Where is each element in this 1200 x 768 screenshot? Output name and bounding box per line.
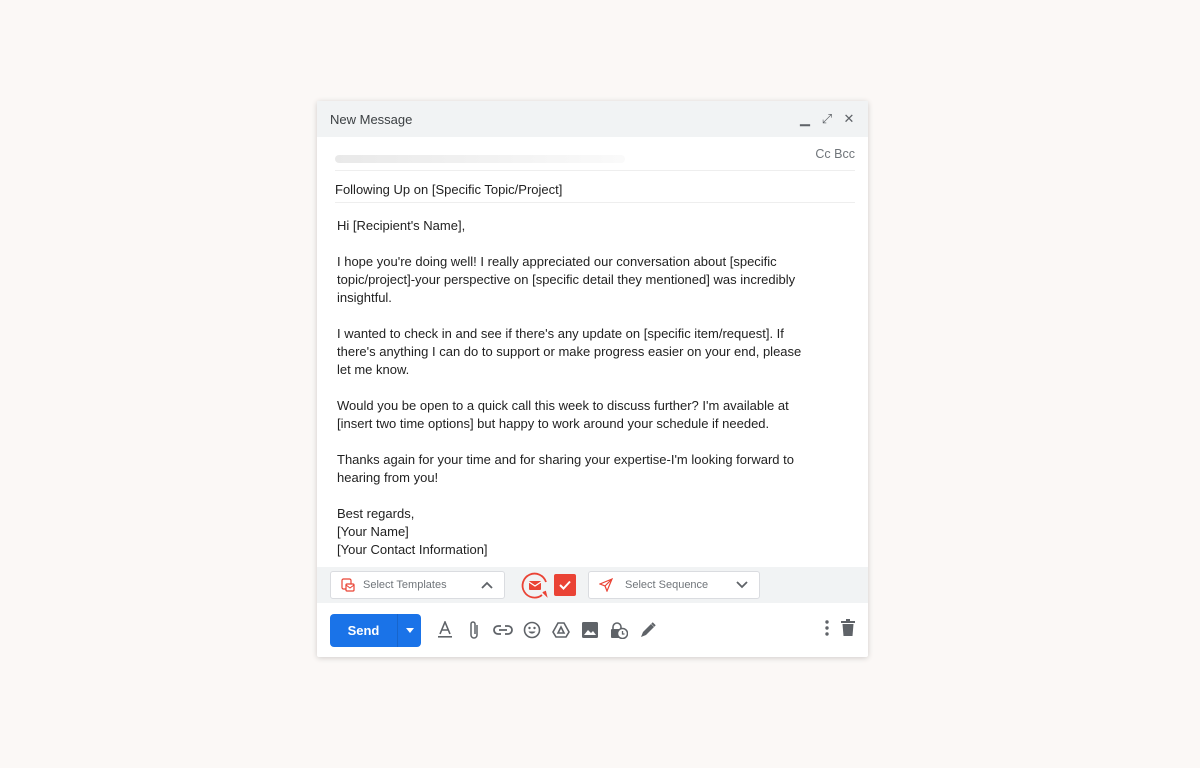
- compose-window: New Message ▁ ⤢ ✕ Cc Bcc Following Up on…: [317, 101, 868, 657]
- send-button-group: Send: [330, 613, 421, 647]
- body-line: Hi [Recipient's Name],: [337, 218, 466, 233]
- chevron-up-icon: [481, 581, 493, 589]
- body-paragraph: Thanks again for your time and for shari…: [337, 451, 852, 487]
- body-line: [insert two time options] but happy to w…: [337, 416, 770, 431]
- select-sequence-dropdown[interactable]: Select Sequence: [588, 571, 760, 599]
- followup-mail-icon[interactable]: [520, 570, 550, 600]
- body-line: Thanks again for your time and for shari…: [337, 452, 794, 467]
- checkmark-button[interactable]: [554, 574, 576, 596]
- body-line: hearing from you!: [337, 470, 439, 485]
- body-line: Would you be open to a quick call this w…: [337, 398, 789, 413]
- extension-bar: Select Templates Select Sequence: [317, 567, 868, 603]
- body-line: let me know.: [337, 362, 410, 377]
- minimize-icon[interactable]: ▁: [799, 111, 811, 127]
- recipients-field[interactable]: Cc Bcc: [335, 137, 855, 171]
- body-paragraph: I hope you're doing well! I really appre…: [337, 253, 852, 307]
- body-line: [Your Name]: [337, 524, 409, 539]
- compose-header: New Message ▁ ⤢ ✕: [317, 101, 868, 137]
- select-templates-dropdown[interactable]: Select Templates: [330, 571, 505, 599]
- body-line: I wanted to check in and see if there's …: [337, 326, 784, 341]
- body-line: [Your Contact Information]: [337, 542, 488, 557]
- close-icon[interactable]: ✕: [843, 111, 855, 127]
- templates-icon: [341, 578, 355, 592]
- body-line: insightful.: [337, 290, 392, 305]
- body-line: I hope you're doing well! I really appre…: [337, 254, 777, 269]
- bottom-toolbar: Send: [317, 603, 868, 657]
- trash-icon[interactable]: [841, 619, 855, 641]
- send-button[interactable]: Send: [330, 614, 397, 647]
- body-line: there's anything I can do to support or …: [337, 344, 802, 359]
- fullscreen-icon[interactable]: ⤢: [821, 111, 833, 127]
- body-paragraph: Would you be open to a quick call this w…: [337, 397, 852, 433]
- sequence-label: Select Sequence: [625, 579, 709, 591]
- send-options-button[interactable]: [397, 613, 421, 647]
- compose-title: New Message: [330, 111, 413, 127]
- attachment-icon[interactable]: [464, 620, 484, 640]
- image-icon[interactable]: [580, 620, 600, 640]
- body-paragraph: I wanted to check in and see if there's …: [337, 325, 852, 379]
- subject-field[interactable]: Following Up on [Specific Topic/Project]: [335, 171, 855, 203]
- caret-down-icon: [405, 627, 414, 633]
- confidential-mode-icon[interactable]: [609, 620, 629, 640]
- chevron-down-icon: [736, 581, 748, 589]
- recipient-placeholder: [335, 155, 625, 163]
- send-plane-icon: [599, 578, 613, 592]
- formatting-icon[interactable]: [435, 620, 455, 640]
- message-body[interactable]: Hi [Recipient's Name], I hope you're doin…: [337, 217, 852, 559]
- signature-icon[interactable]: [638, 620, 658, 640]
- check-icon: [559, 580, 571, 590]
- templates-label: Select Templates: [363, 579, 447, 591]
- body-paragraph: Hi [Recipient's Name],: [337, 217, 852, 235]
- link-icon[interactable]: [493, 620, 513, 640]
- cc-bcc-link[interactable]: Cc Bcc: [815, 147, 855, 161]
- body-paragraph: Best regards, [Your Name] [Your Contact In…: [337, 505, 852, 559]
- body-line: Best regards,: [337, 506, 415, 521]
- more-options-icon[interactable]: [825, 619, 829, 641]
- body-line: topic/project]-your perspective on [spec…: [337, 272, 796, 287]
- drive-icon[interactable]: [551, 620, 571, 640]
- emoji-icon[interactable]: [522, 620, 542, 640]
